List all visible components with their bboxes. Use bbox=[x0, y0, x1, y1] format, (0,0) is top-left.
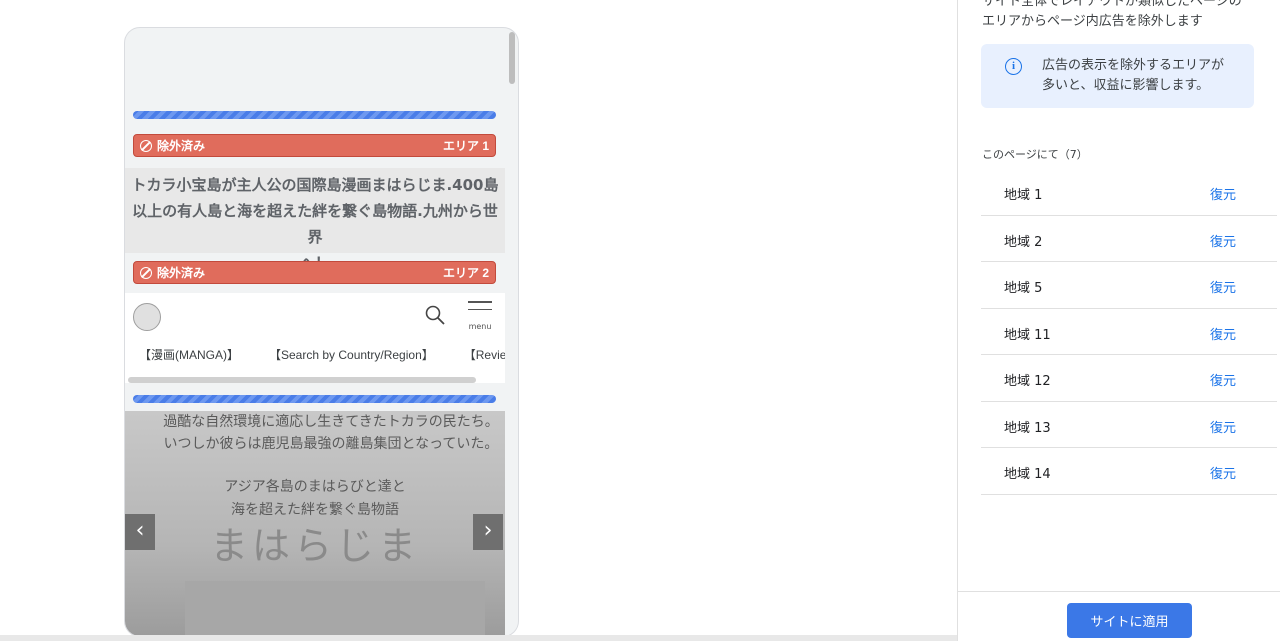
restore-button[interactable]: 復元 bbox=[1210, 277, 1236, 296]
menu-label: menu bbox=[468, 322, 492, 331]
hamburger-menu-icon[interactable]: menu bbox=[468, 301, 492, 331]
list-item: 地域 11 復元 bbox=[981, 309, 1277, 355]
area-name: 地域 1 bbox=[1004, 188, 1043, 203]
bottom-scrollbar-track bbox=[0, 635, 957, 641]
search-icon[interactable] bbox=[425, 305, 445, 325]
area-name: 地域 2 bbox=[1004, 234, 1043, 250]
excluded-area-list: 地域 1 復元 地域 2 復元 地域 5 復元 地域 11 復元 地域 12 復… bbox=[981, 169, 1277, 495]
site-logo[interactable] bbox=[133, 303, 161, 331]
list-heading: このページにて（7） bbox=[982, 148, 1088, 161]
site-header: menu 【漫画(MANGA)】 【Search by Country/Regio… bbox=[125, 293, 505, 383]
hero-text: アジア各島のまはらびと達と bbox=[224, 479, 406, 495]
area-1-label: エリア 1 bbox=[442, 139, 489, 153]
area-name: 地域 13 bbox=[1004, 420, 1051, 436]
area-2-label: エリア 2 bbox=[442, 266, 489, 280]
restore-button[interactable]: 復元 bbox=[1210, 184, 1236, 203]
excluded-label: 除外済み bbox=[157, 139, 206, 153]
info-text-line: 広告の表示を除外するエリアが bbox=[1042, 58, 1225, 73]
headline-line: トカラ小宝島が主人公の国際島漫画まはらじま.400島 bbox=[131, 176, 499, 194]
nav-item-manga[interactable]: 【漫画(MANGA)】 bbox=[139, 346, 239, 363]
blocked-icon bbox=[140, 139, 152, 152]
restore-button[interactable]: 復元 bbox=[1210, 231, 1236, 250]
list-item: 地域 1 復元 bbox=[981, 169, 1277, 216]
hero-banner: 過酷な自然環境に適応し生きてきたトカラの民たち。 いつしか彼らは鹿児島最強の離島… bbox=[125, 411, 505, 636]
panel-description: サイト全体でレイアウトが類似したページの エリアからページ内広告を除外します bbox=[982, 0, 1272, 32]
apply-to-site-button[interactable]: サイトに適用 bbox=[1067, 603, 1192, 638]
ad-area-marker bbox=[133, 395, 496, 403]
exclusion-panel: サイト全体でレイアウトが類似したページの エリアからページ内広告を除外します i… bbox=[958, 0, 1280, 641]
description-line: サイト全体でレイアウトが類似したページの bbox=[982, 0, 1242, 9]
list-item: 地域 2 復元 bbox=[981, 216, 1277, 262]
horizontal-scrollbar[interactable] bbox=[128, 377, 476, 383]
carousel-prev-button[interactable]: ‹ bbox=[125, 514, 155, 550]
excluded-area-1-banner[interactable]: 除外済み エリア 1 bbox=[133, 134, 496, 157]
info-icon: i bbox=[1005, 58, 1022, 75]
carousel-next-button[interactable]: › bbox=[473, 514, 503, 550]
area-name: 地域 14 bbox=[1004, 467, 1051, 482]
headline-line: 以上の有人島と海を超えた絆を繋ぐ島物語.九州から世界 bbox=[132, 202, 498, 246]
description-line: エリアからページ内広告を除外します bbox=[982, 14, 1203, 29]
restore-button[interactable]: 復元 bbox=[1210, 324, 1236, 343]
site-nav: 【漫画(MANGA)】 【Search by Country/Region】 【Re… bbox=[125, 346, 505, 366]
footer-divider bbox=[958, 591, 1280, 592]
nav-item-review[interactable]: 【Review bbox=[464, 346, 505, 363]
site-headline: トカラ小宝島が主人公の国際島漫画まはらじま.400島 以上の有人島と海を超えた絆… bbox=[125, 168, 505, 272]
list-item: 地域 12 復元 bbox=[981, 355, 1277, 402]
excluded-area-2-banner[interactable]: 除外済み エリア 2 bbox=[133, 261, 496, 284]
info-notice: i 広告の表示を除外するエリアが 多いと、収益に影響します。 bbox=[981, 44, 1254, 108]
area-name: 地域 11 bbox=[1004, 327, 1051, 343]
info-text-line: 多いと、収益に影響します。 bbox=[1042, 78, 1210, 93]
blocked-icon bbox=[140, 266, 152, 279]
list-item: 地域 13 復元 bbox=[981, 402, 1277, 448]
hero-text: いつしか彼らは鹿児島最強の離島集団となっていた。 bbox=[163, 436, 499, 452]
vertical-scrollbar[interactable] bbox=[509, 32, 515, 84]
restore-button[interactable]: 復元 bbox=[1210, 417, 1236, 436]
sea-image bbox=[185, 581, 485, 636]
restore-button[interactable]: 復元 bbox=[1210, 463, 1236, 482]
nav-item-search-country[interactable]: 【Search by Country/Region】 bbox=[269, 346, 434, 363]
area-name: 地域 5 bbox=[1004, 281, 1043, 296]
page-preview: 除外済み エリア 1 トカラ小宝島が主人公の国際島漫画まはらじま.400島 以上… bbox=[124, 27, 519, 637]
hero-text: 過酷な自然環境に適応し生きてきたトカラの民たち。 bbox=[163, 414, 499, 430]
restore-button[interactable]: 復元 bbox=[1210, 370, 1236, 389]
hero-title: まはらじま bbox=[209, 524, 420, 568]
excluded-label: 除外済み bbox=[157, 266, 206, 280]
ad-area-marker bbox=[133, 111, 496, 119]
list-item: 地域 5 復元 bbox=[981, 262, 1277, 309]
area-name: 地域 12 bbox=[1004, 374, 1051, 389]
list-item: 地域 14 復元 bbox=[981, 448, 1277, 495]
